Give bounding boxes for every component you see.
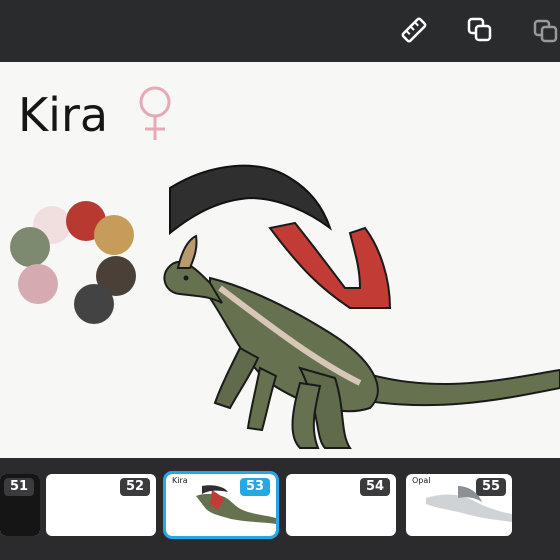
thumb-title: Opal — [412, 476, 431, 485]
palette-swatch — [94, 215, 134, 255]
palette-swatch — [18, 264, 58, 304]
page-thumb-53[interactable]: Kira 53 — [163, 471, 279, 539]
page-number: 51 — [4, 478, 34, 496]
duplicate-button[interactable] — [460, 10, 500, 50]
ruler-button[interactable] — [394, 10, 434, 50]
page-number: 55 — [476, 478, 506, 496]
ruler-icon — [401, 17, 427, 43]
page-strip: 51 52 Kira 53 54 Opal 55 — [0, 458, 560, 560]
layers-button[interactable] — [526, 10, 560, 50]
page-number: 53 — [240, 478, 270, 496]
dragon-drawing — [163, 164, 560, 449]
layers-icon — [533, 19, 558, 43]
duplicate-icon — [467, 17, 492, 42]
palette-swatch — [10, 227, 50, 267]
color-palette — [10, 201, 136, 324]
page-thumb-55[interactable]: Opal 55 — [406, 474, 512, 536]
page-number: 52 — [120, 478, 150, 496]
drawing-canvas[interactable]: Kira — [0, 62, 560, 458]
palette-swatch — [74, 284, 114, 324]
thumb-title: Kira — [172, 476, 188, 485]
page-thumb-54[interactable]: 54 — [286, 474, 396, 536]
page-thumb-52[interactable]: 52 — [46, 474, 156, 536]
page-number: 54 — [360, 478, 390, 496]
top-toolbar — [0, 0, 560, 62]
page-thumb-51[interactable]: 51 — [0, 474, 40, 536]
